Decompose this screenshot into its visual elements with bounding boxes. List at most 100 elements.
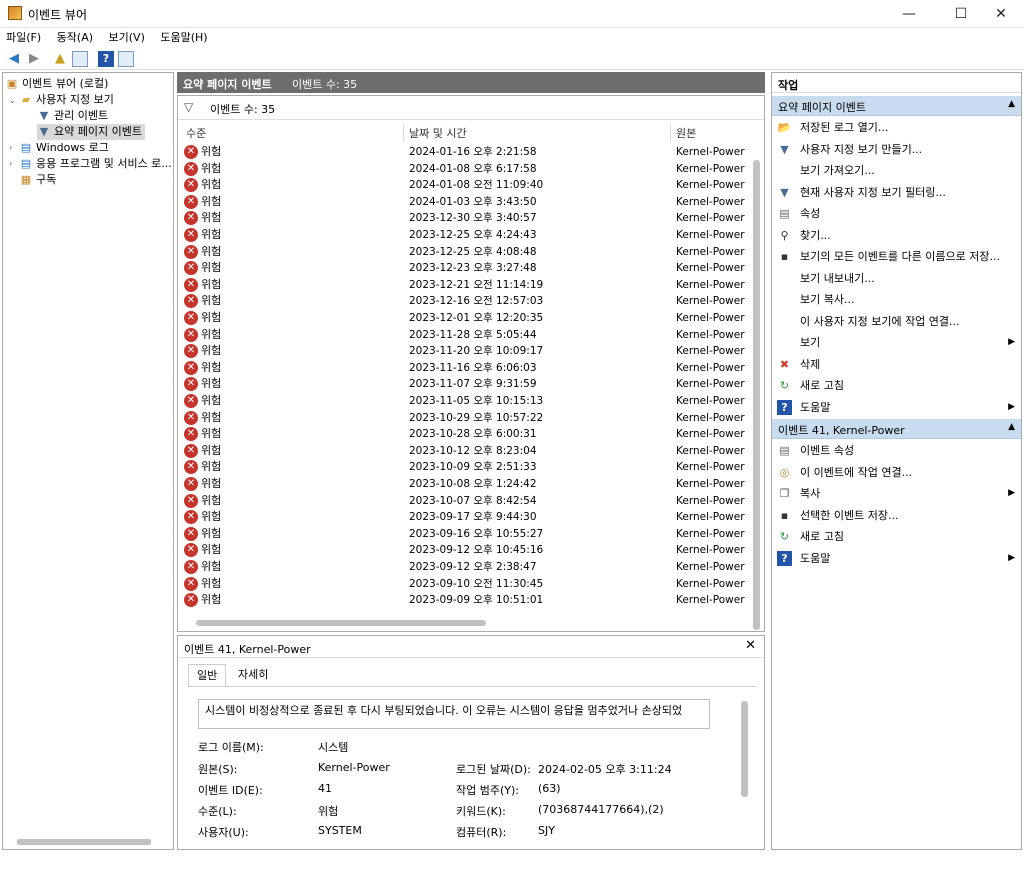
action-item[interactable]: ? 도움말 ▶ <box>772 397 1021 418</box>
tree-item-custom-views[interactable]: ▰ 사용자 지정 보기 <box>19 92 114 108</box>
table-row[interactable]: ✕ 위험 2023-10-28 오후 6:00:31 Kernel-Power <box>182 426 750 443</box>
action-item[interactable]: ▼ 사용자 지정 보기 만들기... <box>772 139 1021 160</box>
action-item[interactable]: ✖ 삭제 <box>772 354 1021 375</box>
collapse-arrow-icon[interactable]: ▲ <box>1008 99 1015 109</box>
table-row[interactable]: ✕ 위험 2023-12-21 오전 11:14:19 Kernel-Power <box>182 277 750 294</box>
action-item[interactable]: 보기 ▶ <box>772 332 1021 353</box>
chevron-right-icon[interactable]: › <box>9 143 12 152</box>
action-label: 보기 복사... <box>800 293 855 306</box>
chevron-right-icon[interactable]: › <box>9 159 12 168</box>
action-item[interactable]: 보기 가져오기... <box>772 160 1021 181</box>
action-item[interactable]: ▤ 속성 <box>772 203 1021 224</box>
table-row[interactable]: ✕ 위험 2023-10-12 오후 8:23:04 Kernel-Power <box>182 443 750 460</box>
action-item[interactable]: ▼ 현재 사용자 지정 보기 필터링... <box>772 182 1021 203</box>
up-folder-icon[interactable]: ▲ <box>52 51 68 67</box>
action-item[interactable]: ↻ 새로 고침 <box>772 526 1021 547</box>
keywords-value: (70368744177664),(2) <box>538 803 664 816</box>
action-item[interactable]: ? 도움말 ▶ <box>772 548 1021 569</box>
tab-general[interactable]: 일반 <box>188 664 227 686</box>
table-row[interactable]: ✕ 위험 2023-12-25 오후 4:24:43 Kernel-Power <box>182 227 750 244</box>
table-row[interactable]: ✕ 위험 2024-01-08 오후 6:17:58 Kernel-Power <box>182 161 750 178</box>
filter-icon: ▼ <box>780 142 789 156</box>
action-item[interactable]: ❐ 복사 ▶ <box>772 483 1021 504</box>
menu-view[interactable]: 보기(V) <box>103 28 151 48</box>
table-row[interactable]: ✕ 위험 2023-09-12 오후 10:45:16 Kernel-Power <box>182 542 750 559</box>
close-detail-icon[interactable]: ✕ <box>745 638 756 653</box>
action-item[interactable]: ⚲ 찾기... <box>772 225 1021 246</box>
table-row[interactable]: ✕ 위험 2023-11-16 오후 6:06:03 Kernel-Power <box>182 360 750 377</box>
tree-item-subscriptions[interactable]: ▦ 구독 <box>19 172 56 188</box>
tree-item-windows-logs[interactable]: ▤ Windows 로그 <box>19 140 109 156</box>
table-row[interactable]: ✕ 위험 2023-11-20 오후 10:09:17 Kernel-Power <box>182 343 750 360</box>
action-item[interactable]: ▤ 이벤트 속성 <box>772 440 1021 461</box>
error-icon: ✕ <box>184 427 198 442</box>
row-source: Kernel-Power <box>676 312 745 324</box>
list-vertical-scrollbar[interactable] <box>753 160 760 630</box>
row-level: 위험 <box>201 410 222 424</box>
table-row[interactable]: ✕ 위험 2023-09-16 오후 10:55:27 Kernel-Power <box>182 526 750 543</box>
table-row[interactable]: ✕ 위험 2023-09-10 오전 11:30:45 Kernel-Power <box>182 576 750 593</box>
chevron-down-icon[interactable]: ⌄ <box>9 96 16 105</box>
table-row[interactable]: ✕ 위험 2023-10-29 오후 10:57:22 Kernel-Power <box>182 410 750 427</box>
table-row[interactable]: ✕ 위험 2024-01-03 오후 3:43:50 Kernel-Power <box>182 194 750 211</box>
table-row[interactable]: ✕ 위험 2023-09-12 오후 2:38:47 Kernel-Power <box>182 559 750 576</box>
show-hide-tree-icon[interactable] <box>72 51 88 67</box>
collapse-arrow-icon[interactable]: ▲ <box>1008 422 1015 432</box>
row-datetime: 2024-01-03 오후 3:43:50 <box>409 195 537 208</box>
back-arrow-icon[interactable]: ◀ <box>6 51 22 67</box>
event-detail-pane: 이벤트 41, Kernel-Power ✕ 일반 자세히 시스템이 비정상적으… <box>177 635 765 850</box>
action-label: 새로 고침 <box>800 530 844 543</box>
table-row[interactable]: ✕ 위험 2023-10-07 오후 8:42:54 Kernel-Power <box>182 493 750 510</box>
action-item[interactable]: ◎ 이 이벤트에 작업 연결... <box>772 462 1021 483</box>
table-row[interactable]: ✕ 위험 2023-10-09 오후 2:51:33 Kernel-Power <box>182 459 750 476</box>
table-row[interactable]: ✕ 위험 2023-11-07 오후 9:31:59 Kernel-Power <box>182 376 750 393</box>
close-button[interactable]: ✕ <box>978 0 1024 28</box>
list-horizontal-scrollbar[interactable] <box>196 620 486 626</box>
actions-section-summary[interactable]: 요약 페이지 이벤트 ▲ <box>772 96 1021 116</box>
table-row[interactable]: ✕ 위험 2024-01-16 오후 2:21:58 Kernel-Power <box>182 144 750 161</box>
action-item[interactable]: 보기 내보내기... <box>772 268 1021 289</box>
tree-horizontal-scrollbar[interactable] <box>17 839 151 845</box>
action-label: 새로 고침 <box>800 379 844 392</box>
menu-action[interactable]: 동작(A) <box>51 28 99 48</box>
table-row[interactable]: ✕ 위험 2023-12-01 오후 12:20:35 Kernel-Power <box>182 310 750 327</box>
action-item[interactable]: 이 사용자 지정 보기에 작업 연결... <box>772 311 1021 332</box>
tree-item-summary-events[interactable]: ▼ 요약 페이지 이벤트 <box>37 124 145 140</box>
table-row[interactable]: ✕ 위험 2023-12-25 오후 4:08:48 Kernel-Power <box>182 244 750 261</box>
table-row[interactable]: ✕ 위험 2023-12-30 오후 3:40:57 Kernel-Power <box>182 210 750 227</box>
table-row[interactable]: ✕ 위험 2023-09-17 오후 9:44:30 Kernel-Power <box>182 509 750 526</box>
column-header-level[interactable]: 수준 <box>186 125 206 141</box>
column-divider[interactable] <box>403 124 404 142</box>
column-header-datetime[interactable]: 날짜 및 시간 <box>409 125 467 141</box>
action-item[interactable]: ▪ 선택한 이벤트 저장... <box>772 505 1021 526</box>
action-item[interactable]: ↻ 새로 고침 <box>772 375 1021 396</box>
table-row[interactable]: ✕ 위험 2023-10-08 오후 1:24:42 Kernel-Power <box>182 476 750 493</box>
table-row[interactable]: ✕ 위험 2024-01-08 오전 11:09:40 Kernel-Power <box>182 177 750 194</box>
table-row[interactable]: ✕ 위험 2023-12-16 오전 12:57:03 Kernel-Power <box>182 293 750 310</box>
minimize-button[interactable]: — <box>886 0 932 28</box>
column-header-source[interactable]: 원본 <box>676 125 696 141</box>
event-message[interactable]: 시스템이 비정상적으로 종료된 후 다시 부팅되었습니다. 이 오류는 시스템이… <box>198 699 710 729</box>
show-hide-action-pane-icon[interactable] <box>118 51 134 67</box>
tree-item-admin-events[interactable]: ▼ 관리 이벤트 <box>37 108 108 124</box>
help-icon[interactable]: ? <box>98 51 114 67</box>
action-item[interactable]: 보기 복사... <box>772 289 1021 310</box>
detail-vertical-scrollbar[interactable] <box>741 701 748 797</box>
action-item[interactable]: ▪ 보기의 모든 이벤트를 다른 이름으로 저장... <box>772 246 1021 267</box>
forward-arrow-icon[interactable]: ▶ <box>26 51 42 67</box>
row-source: Kernel-Power <box>676 295 745 308</box>
table-row[interactable]: ✕ 위험 2023-11-05 오후 10:15:13 Kernel-Power <box>182 393 750 410</box>
column-divider[interactable] <box>670 124 671 142</box>
table-row[interactable]: ✕ 위험 2023-12-23 오후 3:27:48 Kernel-Power <box>182 260 750 277</box>
row-datetime: 2023-12-30 오후 3:40:57 <box>409 212 537 225</box>
table-row[interactable]: ✕ 위험 2023-11-28 오후 5:05:44 Kernel-Power <box>182 327 750 344</box>
action-item[interactable]: 📂 저장된 로그 열기... <box>772 117 1021 138</box>
table-row[interactable]: ✕ 위험 2023-09-09 오후 10:51:01 Kernel-Power <box>182 592 750 609</box>
menu-help[interactable]: 도움말(H) <box>154 28 213 48</box>
menu-file[interactable]: 파일(F) <box>0 28 47 48</box>
tree-item-root[interactable]: ▣ 이벤트 뷰어 (로컬) <box>5 76 109 92</box>
actions-section-event[interactable]: 이벤트 41, Kernel-Power ▲ <box>772 419 1021 439</box>
row-level: 위험 <box>201 161 222 175</box>
tree-item-app-service-logs[interactable]: ▤ 응용 프로그램 및 서비스 로... <box>19 156 172 172</box>
tab-details[interactable]: 자세히 <box>230 664 276 686</box>
